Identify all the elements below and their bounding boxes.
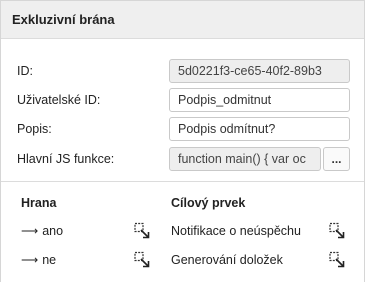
user-id-label: Uživatelské ID: [17,93,101,107]
edge-label: ne [42,253,57,267]
main-js-label: Hlavní JS funkce: [17,152,115,166]
target-column-header: Cílový prvek [171,196,246,210]
id-label: ID: [17,64,33,78]
user-id-field[interactable]: Podpis_odmitnut [169,88,350,112]
select-navigate-icon[interactable] [133,222,151,240]
user-id-row: Uživatelské ID: Podpis_odmitnut [1,88,364,112]
arrow-right-icon: ⟶ [21,224,39,238]
edge-row: ⟶ ne Generování doložek [1,251,364,273]
description-row: Popis: Podpis odmítnut? [1,117,364,141]
target-label: Generování doložek [171,253,283,267]
main-js-field[interactable]: function main() { var oc [169,147,321,171]
select-navigate-icon[interactable] [133,251,151,269]
id-field[interactable]: 5d0221f3-ce65-40f2-89b3 [169,59,350,83]
edge-label: ano [42,224,64,238]
select-navigate-icon[interactable] [328,251,346,269]
edge-column-header: Hrana [21,196,57,210]
description-field[interactable]: Podpis odmítnut? [169,117,350,141]
panel-header: Exkluzivní brána [1,1,364,39]
arrow-right-icon: ⟶ [21,253,39,267]
panel-title: Exkluzivní brána [12,12,115,27]
target-label: Notifikace o neúspěchu [171,224,301,238]
main-js-row: Hlavní JS funkce: function main() { var … [1,147,364,171]
id-row: ID: 5d0221f3-ce65-40f2-89b3 [1,59,364,83]
edge-cell: ⟶ ano [21,224,63,238]
edge-row: ⟶ ano Notifikace o neúspěchu [1,222,364,244]
edit-script-button[interactable]: ... [323,147,350,171]
section-divider [1,181,364,182]
exclusive-gateway-panel: Exkluzivní brána ID: 5d0221f3-ce65-40f2-… [0,0,365,282]
description-label: Popis: [17,122,52,136]
select-navigate-icon[interactable] [328,222,346,240]
properties-form: ID: 5d0221f3-ce65-40f2-89b3 Uživatelské … [1,39,364,182]
edge-cell: ⟶ ne [21,253,56,267]
